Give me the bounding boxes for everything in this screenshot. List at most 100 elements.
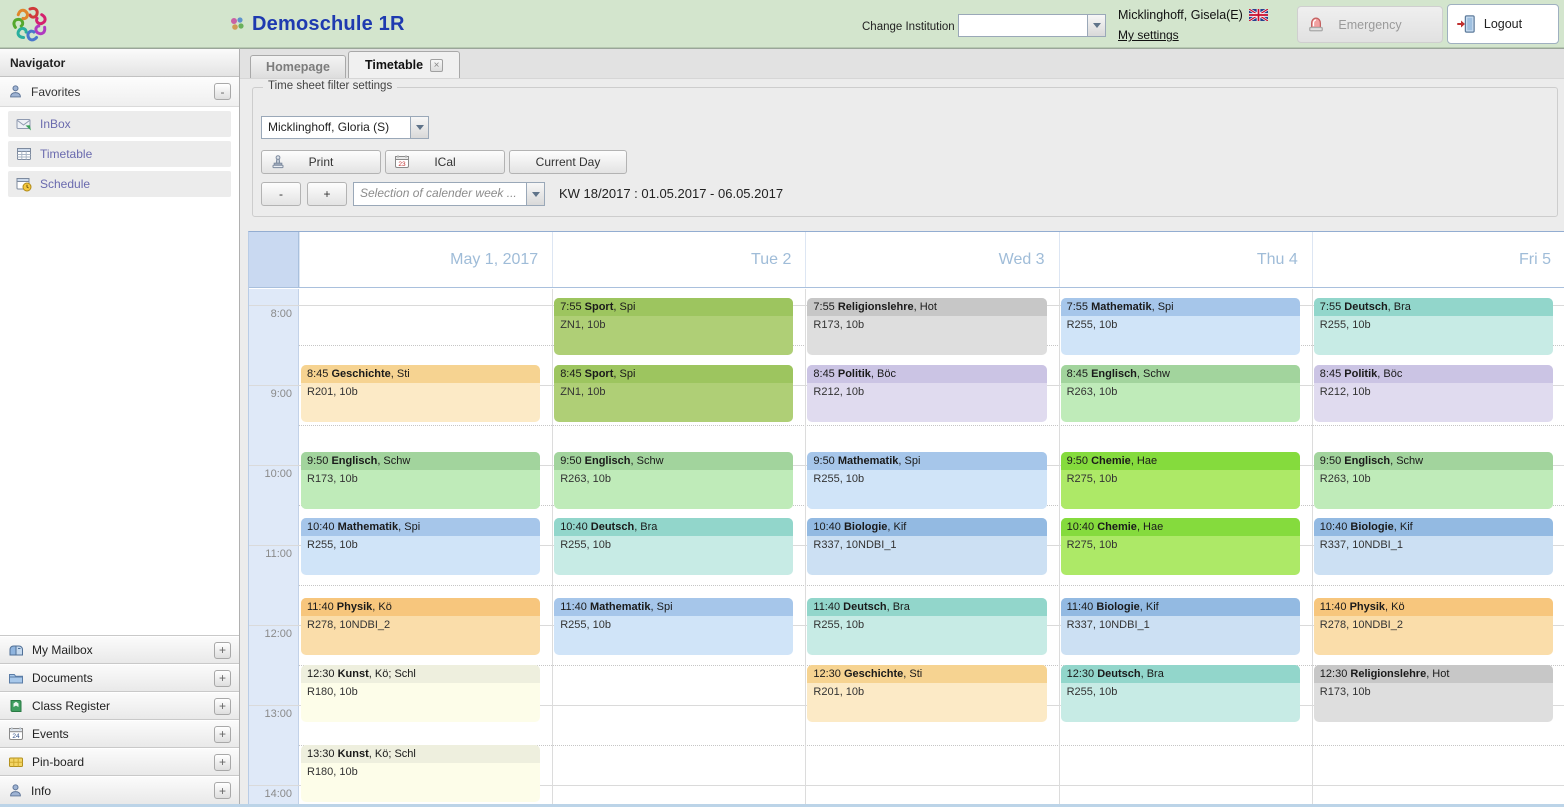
timetable-event[interactable]: 7:55 Deutsch, BraR255, 10b (1314, 298, 1553, 355)
expand-button[interactable]: + (214, 698, 231, 715)
event-header: 9:50 Mathematik, Spi (807, 452, 1046, 470)
timetable-event[interactable]: 9:50 Chemie, HaeR275, 10b (1061, 452, 1300, 509)
timetable-event[interactable]: 9:50 Englisch, SchwR263, 10b (1314, 452, 1553, 509)
sidebar-section-info[interactable]: Info+ (0, 776, 239, 804)
event-room-group: R173, 10b (807, 316, 1046, 334)
timetable-event[interactable]: 11:40 Physik, KöR278, 10NDBI_2 (1314, 598, 1553, 655)
emergency-button[interactable]: Emergency (1297, 6, 1443, 43)
print-button[interactable]: Print (261, 150, 381, 174)
dropdown-arrow-icon[interactable] (410, 117, 428, 138)
timetable-event[interactable]: 8:45 Sport, SpiZN1, 10b (554, 365, 793, 422)
event-header: 8:45 Englisch, Schw (1061, 365, 1300, 383)
day-header: Tue 2 (552, 232, 805, 287)
event-room-group: R201, 10b (807, 683, 1046, 701)
navigator-title: Navigator (0, 49, 239, 77)
week-select[interactable]: Selection of calender week ... (353, 182, 545, 206)
plus-label: + (323, 187, 330, 201)
schedule-icon (16, 176, 32, 192)
person-icon (8, 84, 23, 99)
ical-button[interactable]: 23 ICal (385, 150, 505, 174)
sidebar-section-events[interactable]: 24Events+ (0, 720, 239, 748)
half-hour-line (299, 425, 1564, 426)
expand-button[interactable]: + (214, 642, 231, 659)
timetable-event[interactable]: 12:30 Kunst, Kö; SchlR180, 10b (301, 665, 540, 722)
timetable-event[interactable]: 7:55 Sport, SpiZN1, 10b (554, 298, 793, 355)
time-label: 9:00 (249, 388, 292, 400)
tab-homepage[interactable]: Homepage (250, 55, 346, 78)
timetable-event[interactable]: 10:40 Biologie, KifR337, 10NDBI_1 (807, 518, 1046, 575)
svg-text:23: 23 (398, 161, 406, 168)
tab-timetable[interactable]: Timetable × (348, 51, 460, 78)
ical-label: ICal (434, 155, 455, 169)
close-icon[interactable]: × (430, 59, 443, 72)
column-separator (805, 289, 806, 807)
expand-button[interactable]: + (214, 670, 231, 687)
event-room-group: R337, 10NDBI_1 (1061, 616, 1300, 634)
dropdown-arrow-icon[interactable] (1087, 15, 1105, 36)
timetable-event[interactable]: 8:45 Geschichte, StiR201, 10b (301, 365, 540, 422)
timetable-event[interactable]: 7:55 Religionslehre, HotR173, 10b (807, 298, 1046, 355)
timetable-event[interactable]: 10:40 Mathematik, SpiR255, 10b (301, 518, 540, 575)
event-room-group: R212, 10b (807, 383, 1046, 401)
event-room-group: R255, 10b (1061, 683, 1300, 701)
sidebar-section-class-register[interactable]: Class Register + (0, 692, 239, 720)
print-stamp-icon (270, 154, 286, 170)
event-room-group: ZN1, 10b (554, 383, 793, 401)
timetable-event[interactable]: 11:40 Deutsch, BraR255, 10b (807, 598, 1046, 655)
timetable-event[interactable]: 8:45 Politik, BöcR212, 10b (807, 365, 1046, 422)
half-hour-line (299, 585, 1564, 586)
timetable-event[interactable]: 10:40 Deutsch, BraR255, 10b (554, 518, 793, 575)
filter-fieldset: Time sheet filter settings Micklinghoff,… (252, 87, 1558, 217)
timetable-event[interactable]: 11:40 Mathematik, SpiR255, 10b (554, 598, 793, 655)
user-name-text: Micklinghoff, Gisela(E) (1118, 8, 1243, 22)
event-header: 7:55 Mathematik, Spi (1061, 298, 1300, 316)
pinboard-icon (8, 754, 24, 770)
application-window: Demoschule 1R Change Institution Micklin… (0, 0, 1564, 807)
collapse-button[interactable]: - (214, 83, 231, 100)
tab-bar: Homepage Timetable × (240, 49, 1564, 79)
sidebar-group-favorites[interactable]: Favorites - (0, 77, 239, 107)
event-header: 10:40 Mathematik, Spi (301, 518, 540, 536)
timetable-event[interactable]: 13:30 Kunst, Kö; SchlR180, 10b (301, 745, 540, 802)
timetable-event[interactable]: 12:30 Deutsch, BraR255, 10b (1061, 665, 1300, 722)
timetable-event[interactable]: 8:45 Politik, BöcR212, 10b (1314, 365, 1553, 422)
dropdown-arrow-icon[interactable] (526, 183, 544, 205)
timetable-event[interactable]: 9:50 Englisch, SchwR263, 10b (554, 452, 793, 509)
timetable-event[interactable]: 12:30 Religionslehre, HotR173, 10b (1314, 665, 1553, 722)
timetable-event[interactable]: 10:40 Chemie, HaeR275, 10b (1061, 518, 1300, 575)
expand-button[interactable]: + (214, 782, 231, 799)
tab-homepage-label: Homepage (266, 60, 330, 74)
timetable-event[interactable]: 12:30 Geschichte, StiR201, 10b (807, 665, 1046, 722)
timetable-event[interactable]: 9:50 Mathematik, SpiR255, 10b (807, 452, 1046, 509)
week-plus-button[interactable]: + (307, 182, 347, 206)
expand-button[interactable]: + (214, 754, 231, 771)
event-header: 10:40 Chemie, Hae (1061, 518, 1300, 536)
sidebar-item-inbox[interactable]: InBox (8, 111, 231, 137)
sidebar-section-my-mailbox[interactable]: My Mailbox+ (0, 636, 239, 664)
timetable-event[interactable]: 10:40 Biologie, KifR337, 10NDBI_1 (1314, 518, 1553, 575)
event-room-group: R180, 10b (301, 763, 540, 781)
sidebar-item-schedule[interactable]: Schedule (8, 171, 231, 197)
timetable-event[interactable]: 8:45 Englisch, SchwR263, 10b (1061, 365, 1300, 422)
user-name: Micklinghoff, Gisela(E) (1118, 8, 1268, 22)
event-header: 9:50 Englisch, Schw (1314, 452, 1553, 470)
sidebar-section-documents[interactable]: Documents+ (0, 664, 239, 692)
sidebar-section-label: Class Register (32, 699, 110, 713)
sidebar-item-timetable[interactable]: Timetable (8, 141, 231, 167)
column-separator (1059, 289, 1060, 807)
logout-button[interactable]: Logout (1447, 4, 1559, 44)
person-icon (8, 783, 23, 798)
current-day-button[interactable]: Current Day (509, 150, 627, 174)
week-minus-button[interactable]: - (261, 182, 301, 206)
timetable-event[interactable]: 11:40 Biologie, KifR337, 10NDBI_1 (1061, 598, 1300, 655)
timetable-event[interactable]: 7:55 Mathematik, SpiR255, 10b (1061, 298, 1300, 355)
person-select[interactable]: Micklinghoff, Gloria (S) (261, 116, 429, 139)
timetable-event[interactable]: 9:50 Englisch, SchwR173, 10b (301, 452, 540, 509)
sidebar-section-pin-board[interactable]: Pin-board+ (0, 748, 239, 776)
institution-select[interactable] (958, 14, 1106, 37)
timetable-event[interactable]: 11:40 Physik, KöR278, 10NDBI_2 (301, 598, 540, 655)
event-header: 7:55 Deutsch, Bra (1314, 298, 1553, 316)
expand-button[interactable]: + (214, 726, 231, 743)
my-settings-link[interactable]: My settings (1118, 28, 1179, 42)
mailbox-icon (8, 642, 24, 658)
